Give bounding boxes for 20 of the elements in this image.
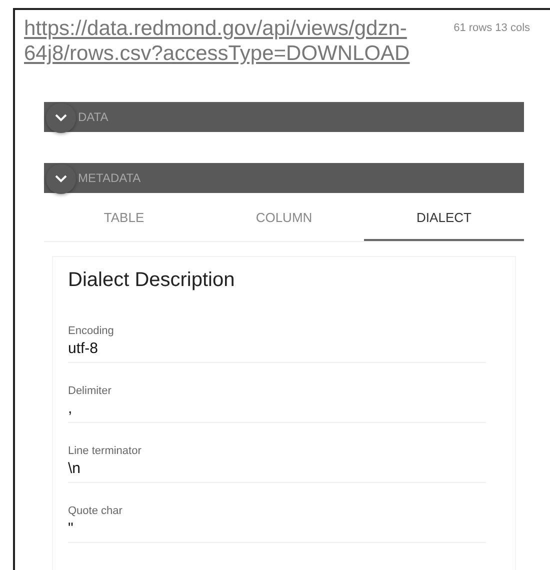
- card-title: Dialect Description: [68, 269, 236, 292]
- chevron-icon[interactable]: [46, 164, 76, 194]
- url-link[interactable]: https://data.redmond.gov/api/views/gdzn-64j8/rows.csv?accessType=DOWNLOAD: [24, 16, 454, 66]
- field-value: ,: [68, 400, 74, 418]
- tab[interactable]: DIALECT: [364, 197, 524, 241]
- field-label: Delimiter: [68, 385, 112, 397]
- section-header[interactable]: METADATA: [44, 163, 524, 193]
- field-value: utf-8: [68, 340, 100, 358]
- field-value: ": [68, 520, 74, 538]
- field-label: Line terminator: [68, 445, 142, 457]
- field-value: \n: [68, 460, 82, 478]
- tab[interactable]: COLUMN: [204, 197, 364, 241]
- row-column-count: 61 rows 13 cols: [454, 21, 532, 36]
- section-title: DATA: [78, 110, 108, 124]
- section-header[interactable]: DATA: [44, 102, 524, 132]
- tab[interactable]: TABLE: [44, 197, 204, 241]
- field-label: Quote char: [68, 505, 124, 517]
- field-label: Encoding: [68, 325, 115, 337]
- chevron-icon[interactable]: [46, 103, 76, 133]
- section-title: METADATA: [78, 171, 141, 185]
